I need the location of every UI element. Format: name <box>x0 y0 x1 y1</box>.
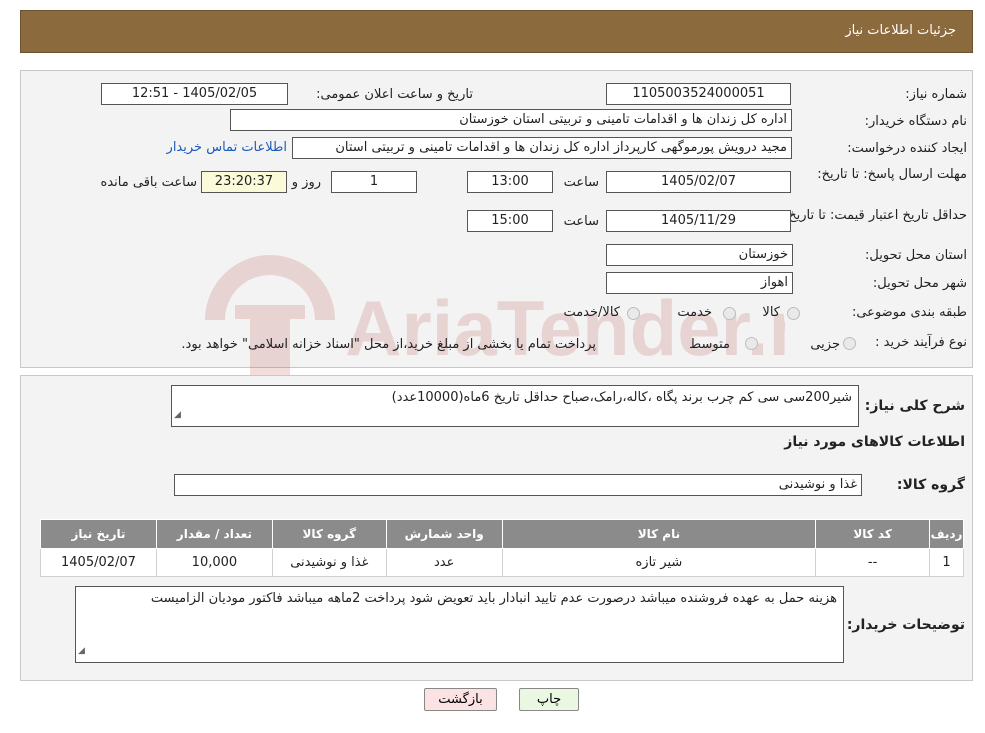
validity-label: حداقل تاریخ اعتبار قیمت: تا تاریخ: <box>783 208 967 223</box>
category-goods-service-label: کالا/خدمت <box>563 305 620 320</box>
cell-item-code: -- <box>815 548 931 577</box>
category-goods-label: کالا <box>762 305 780 320</box>
deadline-time-field: 13:00 <box>467 171 553 193</box>
col-header-quantity: تعداد / مقدار <box>155 519 273 549</box>
page-title: جزئیات اطلاعات نیاز <box>845 23 956 38</box>
announce-label: تاریخ و ساعت اعلان عمومی: <box>316 87 473 102</box>
table-row: 1 -- شیر تازه عدد غذا و نوشیدنی 10,000 1… <box>40 548 964 577</box>
days-word: روز و <box>291 175 321 190</box>
province-field: خوزستان <box>606 244 793 266</box>
cell-unit: عدد <box>385 548 503 577</box>
city-label: شهر محل تحویل: <box>872 276 967 291</box>
cell-item-group: غذا و نوشیدنی <box>271 548 387 577</box>
creator-label: ایجاد کننده درخواست: <box>847 141 967 156</box>
col-header-item-code: کد کالا <box>815 519 931 549</box>
buyer-notes-text: هزینه حمل به عهده فروشنده میباشد درصورت … <box>150 591 837 606</box>
process-note: پرداخت تمام یا بخشی از مبلغ خرید،از محل … <box>181 337 596 352</box>
province-label: استان محل تحویل: <box>865 248 967 263</box>
buyer-org-label: نام دستگاه خریدار: <box>864 114 967 129</box>
col-header-need-date: تاریخ نیاز <box>40 519 157 549</box>
remaining-time-field: 23:20:37 <box>201 171 287 193</box>
back-button[interactable]: بازگشت <box>424 688 497 711</box>
resize-grip-icon[interactable]: ◢ <box>78 642 85 661</box>
general-desc-text: شیر200سی سی کم چرب برند پگاه ،کاله،رامک،… <box>391 390 852 405</box>
cell-need-date: 1405/02/07 <box>40 548 157 577</box>
category-service-label: خدمت <box>677 305 712 320</box>
validity-date-field: 1405/11/29 <box>606 210 791 232</box>
category-goods-service-radio[interactable] <box>627 307 640 320</box>
validity-time-field: 15:00 <box>467 210 553 232</box>
goods-group-label: گروه کالا: <box>896 477 965 493</box>
general-desc-field: شیر200سی سی کم چرب برند پگاه ،کاله،رامک،… <box>171 385 859 427</box>
deadline-label: مهلت ارسال پاسخ: تا تاریخ: <box>817 167 967 182</box>
process-label: نوع فرآیند خرید : <box>875 335 967 350</box>
print-button[interactable]: چاپ <box>519 688 579 711</box>
creator-field: مجید درویش پورموگهی کارپرداز اداره کل زن… <box>292 137 792 159</box>
category-service-radio[interactable] <box>723 307 736 320</box>
process-minor-label: جزیی <box>810 337 840 352</box>
buyer-notes-field: هزینه حمل به عهده فروشنده میباشد درصورت … <box>75 586 844 663</box>
need-number-field: 1105003524000051 <box>606 83 791 105</box>
goods-group-field: غذا و نوشیدنی <box>174 474 862 496</box>
category-label: طبقه بندی موضوعی: <box>851 305 967 320</box>
col-header-unit: واحد شمارش <box>385 519 503 549</box>
remaining-time-label: ساعت باقی مانده <box>100 175 197 190</box>
announce-field: 1405/02/05 - 12:51 <box>101 83 288 105</box>
resize-grip-icon[interactable]: ◢ <box>174 406 181 425</box>
buyer-notes-label: توضیحات خریدار: <box>846 617 965 633</box>
buyer-org-field: اداره کل زندان ها و اقدامات تامینی و ترب… <box>230 109 792 131</box>
col-header-row-number: ردیف <box>929 519 964 549</box>
cell-row-number: 1 <box>929 548 964 577</box>
general-desc-label: شرح کلی نیاز: <box>864 398 965 414</box>
cell-item-name: شیر تازه <box>501 548 817 577</box>
cell-quantity: 10,000 <box>155 548 273 577</box>
process-medium-radio[interactable] <box>745 337 758 350</box>
buyer-contact-link[interactable]: اطلاعات تماس خریدار <box>167 140 287 155</box>
need-number-label: شماره نیاز: <box>905 87 967 102</box>
items-table: ردیف کد کالا نام کالا واحد شمارش گروه کا… <box>40 519 964 577</box>
col-header-item-group: گروه کالا <box>271 519 387 549</box>
table-header-row: ردیف کد کالا نام کالا واحد شمارش گروه کا… <box>40 519 964 549</box>
days-count-field: 1 <box>331 171 417 193</box>
process-minor-radio[interactable] <box>843 337 856 350</box>
goods-info-title: اطلاعات کالاهای مورد نیاز <box>784 434 965 450</box>
process-medium-label: متوسط <box>689 337 730 352</box>
col-header-item-name: نام کالا <box>501 519 817 549</box>
deadline-date-field: 1405/02/07 <box>606 171 791 193</box>
deadline-time-word: ساعت <box>563 175 599 190</box>
category-goods-radio[interactable] <box>787 307 800 320</box>
city-field: اهواز <box>606 272 793 294</box>
page-header: جزئیات اطلاعات نیاز <box>20 10 973 53</box>
validity-time-word: ساعت <box>563 214 599 229</box>
